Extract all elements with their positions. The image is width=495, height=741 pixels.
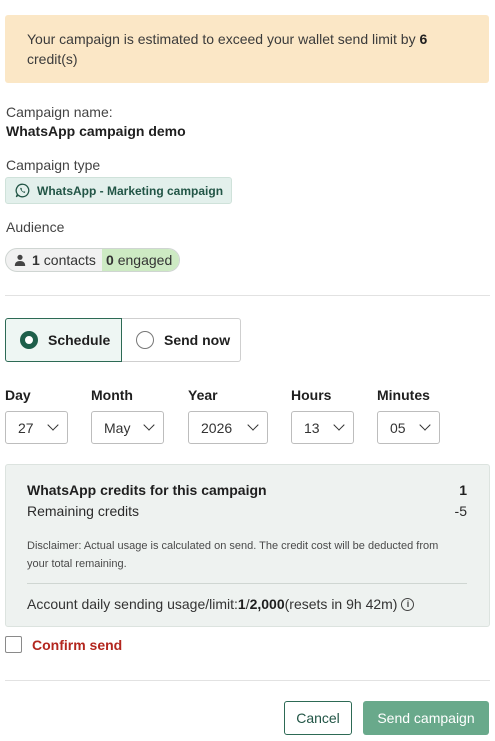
info-icon[interactable]: i (401, 597, 415, 611)
send-now-label: Send now (164, 332, 231, 348)
contacts-count: 1 (32, 252, 40, 268)
contacts-text: contacts (43, 252, 96, 268)
usage-reset: (resets in 9h 42m) (284, 596, 398, 612)
confirm-send-label: Confirm send (32, 636, 123, 653)
cancel-button[interactable]: Cancel (284, 701, 352, 735)
confirm-send-checkbox[interactable] (5, 636, 22, 653)
remaining-credits-label: Remaining credits (27, 503, 140, 519)
hours-value: 13 (304, 419, 320, 436)
schedule-radio[interactable] (20, 331, 38, 349)
year-select[interactable]: 2026 (188, 411, 268, 444)
wallet-limit-warning: Your campaign is estimated to exceed you… (5, 15, 489, 83)
audience-label: Audience (6, 219, 65, 235)
divider (5, 295, 490, 296)
hours-label: Hours (291, 387, 332, 403)
campaign-name-label: Campaign name: (6, 104, 113, 120)
remaining-credits-row: Remaining credits -5 (27, 503, 467, 519)
year-label: Year (188, 387, 218, 403)
hours-select[interactable]: 13 (291, 411, 354, 444)
month-select[interactable]: May (91, 411, 164, 444)
month-label: Month (91, 387, 133, 403)
send-now-option[interactable]: Send now (122, 318, 241, 362)
confirm-send[interactable]: Confirm send (5, 636, 122, 653)
whatsapp-icon (15, 183, 30, 198)
campaign-type-label: Campaign type (6, 157, 101, 173)
usage-limit: 2,000 (249, 596, 285, 612)
month-value: May (104, 419, 131, 436)
engaged-count: 0 (105, 252, 114, 268)
remaining-credits-value: -5 (454, 503, 467, 519)
schedule-option[interactable]: Schedule (5, 318, 122, 362)
usage-label: Account daily sending usage/limit: (27, 596, 238, 612)
footer-divider (5, 680, 490, 681)
credits-panel: WhatsApp credits for this campaign 1 Rem… (5, 464, 490, 627)
campaign-name: WhatsApp campaign demo (6, 123, 186, 139)
send-now-radio[interactable] (136, 331, 154, 349)
day-value: 27 (18, 419, 34, 436)
chevron-down-icon (143, 419, 155, 431)
campaign-type-text: WhatsApp - Marketing campaign (37, 183, 224, 198)
year-value: 2026 (201, 419, 233, 436)
send-campaign-button[interactable]: Send campaign (363, 701, 489, 735)
schedule-label: Schedule (48, 332, 111, 348)
warning-text: Your campaign is estimated to exceed you… (27, 31, 420, 47)
engaged-text: engaged (117, 252, 173, 268)
credits-title-row: WhatsApp credits for this campaign 1 (27, 482, 467, 498)
minutes-label: Minutes (377, 387, 430, 403)
engaged-segment: 0 engaged (101, 249, 180, 271)
warning-unit: credit(s) (27, 51, 78, 67)
chevron-down-icon (419, 419, 431, 431)
usage-used: 1 (237, 596, 246, 612)
campaign-type-badge: WhatsApp - Marketing campaign (5, 177, 233, 204)
chevron-down-icon (247, 419, 259, 431)
panel-divider (27, 583, 467, 584)
day-select[interactable]: 27 (5, 411, 68, 444)
audience-badge: 1 contacts 0 engaged (5, 248, 181, 272)
minutes-select[interactable]: 05 (377, 411, 440, 444)
warning-amount: 6 (419, 31, 428, 47)
chevron-down-icon (47, 419, 59, 431)
person-icon (14, 254, 26, 266)
credits-value: 1 (459, 482, 467, 498)
daily-usage: Account daily sending usage/limit: 1 / 2… (27, 596, 415, 612)
contacts-segment: 1 contacts (6, 252, 102, 268)
credits-title: WhatsApp credits for this campaign (27, 482, 267, 498)
chevron-down-icon (333, 419, 345, 431)
day-label: Day (5, 387, 31, 403)
credits-disclaimer: Disclaimer: Actual usage is calculated o… (27, 540, 439, 570)
minutes-value: 05 (390, 419, 406, 436)
